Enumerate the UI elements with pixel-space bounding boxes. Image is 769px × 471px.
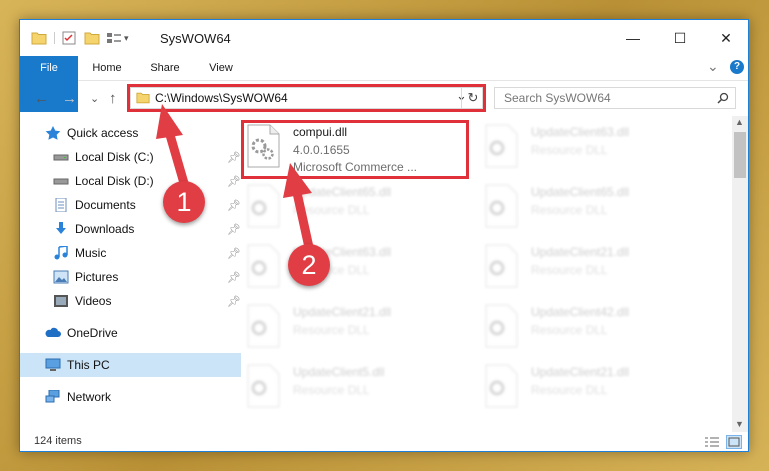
step-badge-2: 2 xyxy=(288,244,330,286)
arrow-2-head xyxy=(283,163,312,198)
arrow-1-head xyxy=(156,104,183,139)
arrow-2 xyxy=(291,183,315,257)
step-badge-1: 1 xyxy=(163,181,205,223)
annotation-arrows xyxy=(156,104,315,257)
